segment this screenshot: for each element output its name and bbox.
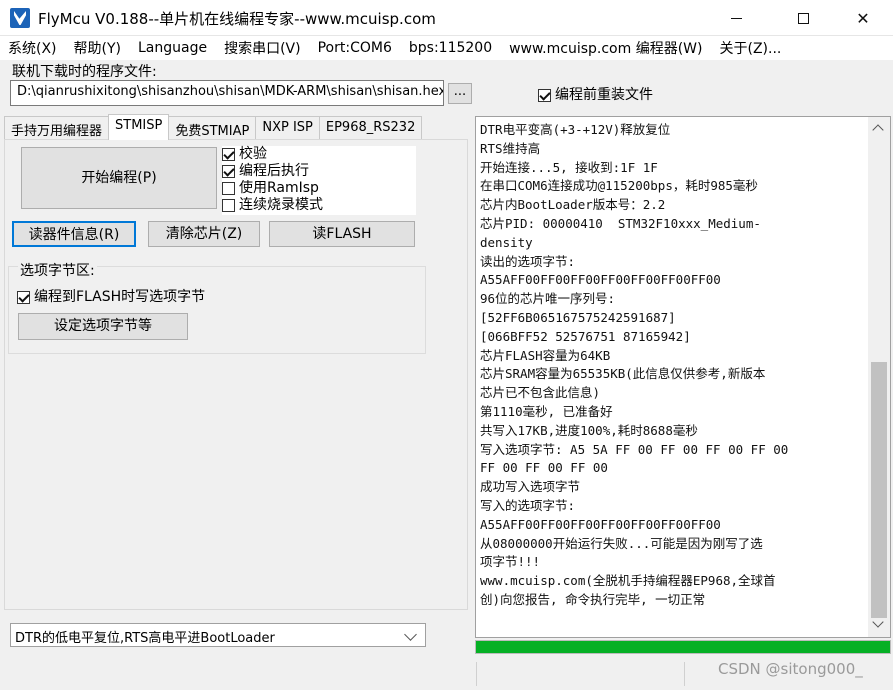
window-title: FlyMcu V0.188--单片机在线编程专家--www.mcuisp.com <box>38 10 436 28</box>
log-line: [52FF6B065167575242591687] <box>480 309 676 325</box>
menu-help[interactable]: 帮助(Y) <box>74 38 121 58</box>
log-line: 芯片内BootLoader版本号：2.2 <box>480 197 666 213</box>
log-line: A55AFF00FF00FF00FF00FF00FF00FF00 <box>480 516 721 532</box>
tab-nxp-isp[interactable]: NXP ISP <box>255 116 320 140</box>
option-label: 使用RamIsp <box>239 180 319 196</box>
reload-label: 编程前重装文件 <box>555 87 653 103</box>
write-option-bytes-checkbox[interactable]: 编程到FLASH时写选项字节 <box>17 286 205 306</box>
option-label: 编程后执行 <box>239 163 309 179</box>
option-use-ramisp[interactable]: 使用RamIsp <box>222 180 416 197</box>
menu-programmer[interactable]: www.mcuisp.com 编程器(W) <box>509 38 702 58</box>
log-line: 创)向您报告, 命令执行完毕, 一切正常 <box>480 591 706 607</box>
log-line: 开始连接...5, 接收到:1F 1F <box>480 159 658 175</box>
log-line: www.mcuisp.com(全脱机手持编程器EP968,全球首 <box>480 573 776 589</box>
flymcu-app-icon <box>10 8 30 28</box>
log-line: 项字节!!! <box>480 554 541 570</box>
tab-ep968-rs232[interactable]: EP968_RS232 <box>318 116 423 140</box>
log-line: 芯片已不包含此信息) <box>480 385 601 401</box>
log-line: 芯片SRAM容量为65535KB(此信息仅供参考,新版本 <box>480 366 766 382</box>
log-line: 成功写入选项字节 <box>480 479 581 495</box>
clear-chip-button[interactable]: 清除芯片(Z) <box>148 221 260 247</box>
log-line: 芯片PID: 00000410 STM32F10xxx_Medium- <box>480 215 761 231</box>
file-label: 联机下载时的程序文件: <box>12 64 157 80</box>
menu-bps[interactable]: bps:115200 <box>409 40 492 56</box>
log-output[interactable]: DTR电平变高(+3-+12V)释放复位 RTS维持高开始连接...5, 接收到:… <box>475 116 891 638</box>
log-line: A55AFF00FF00FF00FF00FF00FF00FF00 <box>480 272 721 288</box>
status-divider <box>684 662 685 686</box>
menu-about[interactable]: 关于(Z)... <box>719 38 781 58</box>
reset-mode-select[interactable]: DTR的低电平复位,RTS高电平进BootLoader <box>10 623 426 647</box>
option-continuous-mode[interactable]: 连续烧录模式 <box>222 197 416 214</box>
tab-handheld-programmer[interactable]: 手持万用编程器 <box>4 116 110 140</box>
checkbox-icon <box>222 164 235 178</box>
menu-port[interactable]: Port:COM6 <box>318 40 392 56</box>
log-line: 芯片FLASH容量为64KB <box>480 347 611 363</box>
set-option-bytes-button[interactable]: 设定选项字节等 <box>18 313 188 340</box>
reload-before-program-checkbox[interactable]: 编程前重装文件 <box>538 84 653 104</box>
log-line: FF 00 FF 00 FF 00 <box>480 460 608 476</box>
log-scrollbar-thumb[interactable] <box>871 362 887 618</box>
menu-search-port[interactable]: 搜索串口(V) <box>224 38 301 58</box>
log-line: 在串口COM6连接成功@115200bps，耗时985毫秒 <box>480 178 758 194</box>
option-run-after-program[interactable]: 编程后执行 <box>222 163 416 180</box>
file-path-input[interactable]: D:\qianrushixitong\shisanzhou\shisan\MDK… <box>10 80 444 106</box>
log-line: 96位的芯片唯一序列号: <box>480 291 616 307</box>
menu-system[interactable]: 系统(X) <box>8 38 57 58</box>
start-programming-button[interactable]: 开始编程(P) <box>21 147 217 209</box>
log-line: 从08000000开始运行失败...可能是因为刚写了选 <box>480 535 763 551</box>
maximize-icon <box>797 12 809 24</box>
status-divider <box>476 662 477 686</box>
menu-bar: 系统(X) 帮助(Y) Language 搜索串口(V) Port:COM6 b… <box>0 36 893 60</box>
log-line: 第1110毫秒, 已准备好 <box>480 403 613 419</box>
option-verify[interactable]: 校验 <box>222 146 416 163</box>
checkbox-icon <box>222 198 235 212</box>
log-lines: DTR电平变高(+3-+12V)释放复位 RTS维持高开始连接...5, 接收到:… <box>480 121 870 610</box>
read-flash-button[interactable]: 读FLASH <box>269 221 415 247</box>
log-line: 写入的选项字节: <box>480 497 576 513</box>
tab-free-stmiap[interactable]: 免费STMIAP <box>168 116 257 140</box>
program-options-list: 校验 编程后执行 使用RamIsp 连续烧录模式 <box>222 146 416 215</box>
tab-stmisp[interactable]: STMISP <box>108 114 170 140</box>
checkbox-icon <box>17 290 30 304</box>
tab-strip: 手持万用编程器 STMISP 免费STMIAP NXP ISP EP968_RS… <box>4 114 423 140</box>
minimize-icon <box>730 17 742 19</box>
log-line: 写入选项字节: A5 5A FF 00 FF 00 FF 00 FF 00 <box>480 441 789 457</box>
csdn-watermark: CSDN @sitong000_ <box>718 660 863 678</box>
read-device-info-button[interactable]: 读器件信息(R) <box>12 221 136 247</box>
log-line: DTR电平变高(+3-+12V)释放复位 <box>480 122 671 137</box>
progress-bar-fill <box>476 641 890 653</box>
option-label: 校验 <box>239 146 267 162</box>
log-line: [066BFF52 52576751 87165942] <box>480 328 691 344</box>
menu-language[interactable]: Language <box>138 40 207 56</box>
option-label: 连续烧录模式 <box>239 197 323 213</box>
log-line: density <box>480 234 533 250</box>
write-option-label: 编程到FLASH时写选项字节 <box>34 289 206 305</box>
minimize-button[interactable] <box>713 0 759 36</box>
maximize-button[interactable] <box>780 0 826 36</box>
checkbox-icon <box>538 88 551 102</box>
browse-button[interactable]: ... <box>448 83 472 104</box>
log-line: 读出的选项字节: <box>480 253 576 269</box>
title-bar: FlyMcu V0.188--单片机在线编程专家--www.mcuisp.com… <box>0 0 893 36</box>
close-icon: ✕ <box>856 8 870 28</box>
log-line: RTS维持高 <box>480 140 541 156</box>
option-bytes-group-title: 选项字节区: <box>18 260 97 280</box>
close-button[interactable]: ✕ <box>840 0 886 36</box>
checkbox-icon <box>222 147 235 161</box>
checkbox-icon <box>222 181 235 195</box>
log-line: 共写入17KB,进度100%,耗时8688毫秒 <box>480 422 698 438</box>
